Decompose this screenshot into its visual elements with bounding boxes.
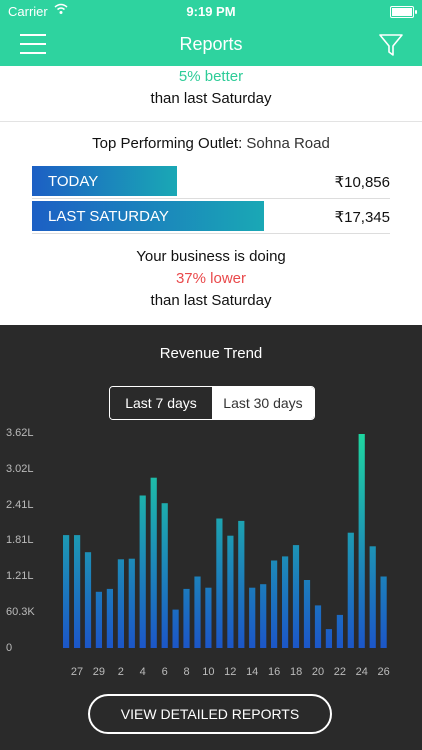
x-tick-label: 16 — [267, 666, 281, 678]
comparison-text: than last Saturday — [150, 90, 272, 107]
top-summary: 5% better than last Saturday — [0, 66, 422, 107]
outlet-name: Sohna Road — [246, 135, 330, 152]
x-tick-label: 14 — [246, 666, 259, 678]
page-title: Reports — [179, 34, 243, 54]
percent-lower: 37% lower — [175, 270, 247, 287]
nav-bar: Reports — [0, 22, 422, 66]
x-tick-label: 29 — [92, 666, 106, 678]
revenue-bar — [95, 591, 102, 648]
revenue-bar — [380, 576, 387, 648]
revenue-bar — [63, 535, 70, 648]
revenue-bar — [194, 576, 201, 648]
business-summary: Your business is doing 37% lower than la… — [0, 248, 422, 309]
revenue-bar — [106, 588, 113, 648]
revenue-chart-svg — [63, 434, 387, 648]
revenue-bar — [128, 558, 135, 648]
status-bar: Carrier 9:19 PM — [0, 0, 422, 22]
business-line: Your business is doing — [136, 248, 286, 265]
revenue-bar — [303, 580, 311, 648]
view-detailed-reports-button[interactable]: VIEW DETAILED REPORTS — [88, 694, 332, 734]
y-tick-label: 1.21L — [6, 570, 34, 583]
today-bar-row: TODAY ₹10,856 — [32, 166, 390, 199]
revenue-bar — [238, 520, 245, 648]
top-outlet: Top Performing Outlet: Sohna Road — [0, 135, 422, 152]
outlet-prefix: Top Performing Outlet: — [92, 135, 243, 152]
x-tick-label: 24 — [355, 666, 368, 678]
clock: 9:19 PM — [186, 4, 236, 19]
filter-icon[interactable] — [378, 32, 404, 58]
revenue-bar — [84, 552, 92, 648]
revenue-bar — [260, 584, 267, 648]
business-comparison: than last Saturday — [150, 292, 272, 309]
x-tick-label: 12 — [224, 666, 237, 678]
revenue-bar — [227, 535, 234, 648]
revenue-bar — [358, 434, 365, 648]
last-saturday-amount: ₹17,345 — [334, 209, 390, 226]
revenue-bar — [249, 587, 256, 648]
x-tick-label: 26 — [377, 666, 390, 678]
revenue-trend-panel: Revenue Trend Last 7 days Last 30 days 3… — [0, 325, 422, 750]
revenue-bar — [150, 477, 157, 648]
y-tick-label: 60.3K — [6, 606, 35, 618]
revenue-bar — [314, 605, 322, 648]
battery-icon — [390, 6, 417, 18]
x-tick-label: 2 — [117, 666, 124, 678]
revenue-bar — [282, 556, 289, 648]
y-tick-label: 1.81L — [6, 534, 34, 547]
x-tick-label: 20 — [311, 666, 325, 678]
x-tick-label: 18 — [289, 666, 303, 678]
y-tick-label: 2.41L — [6, 498, 34, 511]
today-label: TODAY — [48, 173, 99, 190]
x-tick-label: 10 — [202, 666, 215, 678]
revenue-bar — [325, 629, 332, 648]
revenue-bar — [271, 560, 278, 648]
revenue-bar — [205, 587, 212, 648]
revenue-bar — [172, 609, 179, 648]
y-tick-label: 3.02L — [6, 462, 34, 475]
revenue-bar — [183, 588, 190, 648]
last-saturday-bar-row: LAST SATURDAY ₹17,345 — [32, 201, 390, 234]
revenue-bar — [347, 532, 354, 648]
revenue-bar — [369, 546, 376, 648]
percent-better: 5% better — [178, 68, 244, 85]
revenue-bar — [336, 614, 343, 648]
x-tick-label: 4 — [139, 666, 146, 678]
revenue-bar — [139, 495, 146, 648]
revenue-bar — [161, 503, 168, 648]
x-tick-label: 22 — [333, 666, 347, 678]
last-saturday-label: LAST SATURDAY — [48, 208, 169, 225]
divider — [0, 121, 422, 122]
today-amount: ₹10,856 — [334, 174, 390, 191]
revenue-bar — [74, 535, 81, 648]
revenue-bar — [117, 559, 124, 648]
x-tick-label: 27 — [70, 666, 84, 678]
x-tick-label: 6 — [161, 666, 168, 678]
y-tick-label: 0 — [6, 641, 13, 654]
revenue-bar — [216, 518, 223, 648]
y-tick-label: 3.62L — [6, 427, 34, 439]
x-tick-label: 8 — [183, 666, 190, 678]
revenue-bar — [292, 545, 300, 648]
